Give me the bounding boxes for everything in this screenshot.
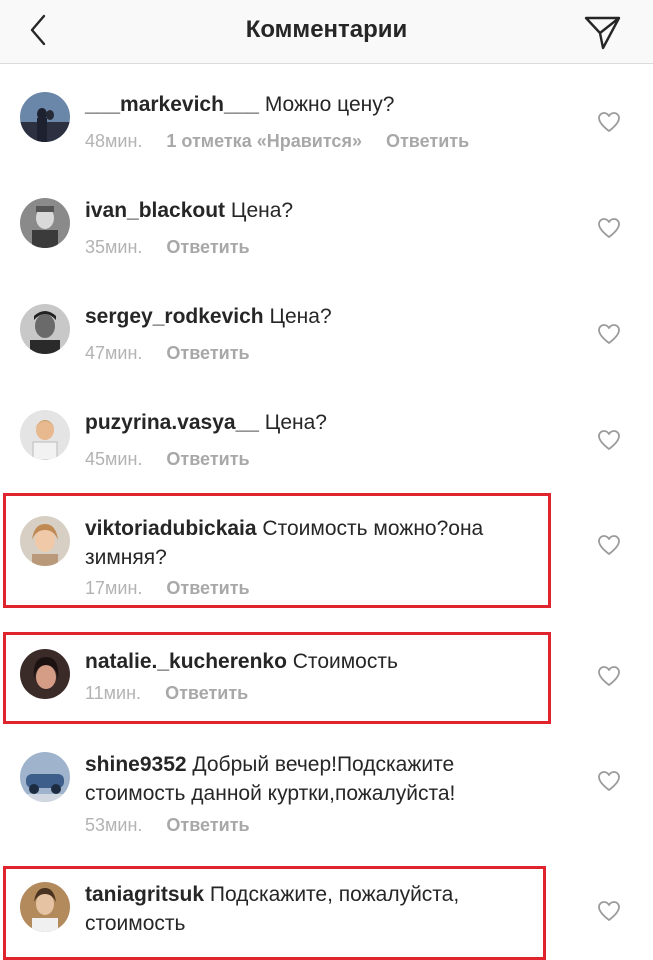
comment-time: 53мин. (85, 815, 143, 835)
reply-button[interactable]: Ответить (166, 815, 249, 835)
comment-username[interactable]: sergey_rodkevich (85, 305, 264, 328)
likes-count-link[interactable]: 1 отметка «Нравится» (166, 131, 362, 151)
comment-username[interactable]: ivan_blackout (85, 199, 225, 222)
heart-icon[interactable] (597, 323, 621, 345)
comment-username[interactable]: shine9352 (85, 753, 187, 776)
reply-button[interactable]: Ответить (166, 343, 249, 363)
reply-button[interactable]: Ответить (386, 131, 469, 151)
comment-text: Стоимость (292, 650, 398, 673)
comment-text: Можно цену? (264, 93, 395, 116)
comment-username[interactable]: ___markevich___ (85, 93, 259, 116)
heart-icon[interactable] (597, 429, 621, 451)
comment-text: Цена? (269, 305, 332, 328)
comment-time: 48мин. (85, 131, 143, 151)
heart-icon[interactable] (597, 217, 621, 239)
avatar[interactable] (20, 882, 70, 932)
heart-icon[interactable] (597, 900, 621, 922)
reply-button[interactable]: Ответить (166, 449, 249, 469)
avatar[interactable] (20, 410, 70, 460)
reply-button[interactable]: Ответить (166, 578, 249, 598)
comment-time: 17мин. (85, 578, 143, 598)
comment-time: 47мин. (85, 343, 143, 363)
avatar[interactable] (20, 198, 70, 248)
reply-button[interactable]: Ответить (166, 237, 249, 257)
avatar[interactable] (20, 649, 70, 699)
avatar[interactable] (20, 516, 70, 566)
comment-username[interactable]: natalie._kucherenko (85, 650, 287, 673)
avatar[interactable] (20, 752, 70, 802)
comment-time: 11мин. (85, 683, 142, 703)
paper-plane-icon[interactable] (582, 12, 622, 52)
heart-icon[interactable] (597, 534, 621, 556)
highlight-box (3, 632, 551, 724)
heart-icon[interactable] (597, 770, 621, 792)
reply-button[interactable]: Ответить (165, 683, 248, 703)
top-bar: Комментарии (0, 0, 653, 64)
heart-icon[interactable] (597, 111, 621, 133)
heart-icon[interactable] (597, 665, 621, 687)
comment-username[interactable]: taniagritsuk (85, 883, 204, 906)
comment-text: Цена? (264, 411, 327, 434)
avatar[interactable] (20, 92, 70, 142)
comment-time: 35мин. (85, 237, 143, 257)
comment-username[interactable]: viktoriadubickaia (85, 517, 257, 540)
avatar[interactable] (20, 304, 70, 354)
page-title: Комментарии (245, 16, 408, 43)
comment-time: 45мин. (85, 449, 143, 469)
comment-text: Цена? (230, 199, 294, 222)
comment-username[interactable]: puzyrina.vasya__ (85, 411, 259, 434)
